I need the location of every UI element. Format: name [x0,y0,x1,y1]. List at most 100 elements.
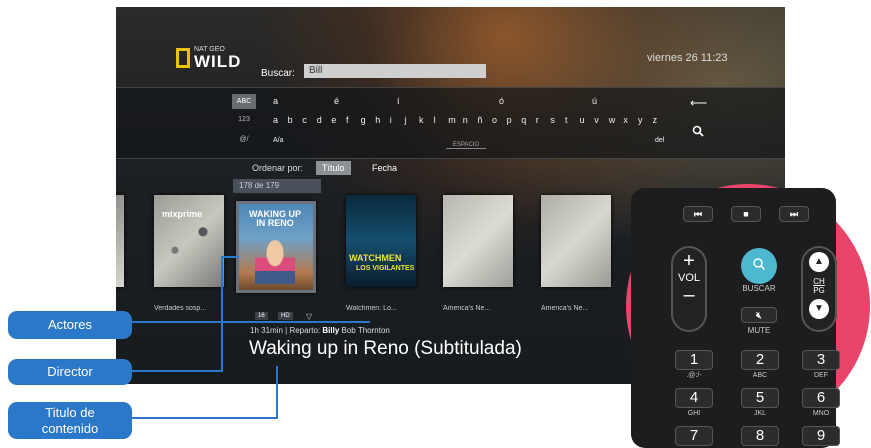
kb-key[interactable]: f [346,115,349,125]
key-3[interactable]: 3 [802,350,840,370]
key-6-sub: MNO [812,410,830,417]
kb-space-key[interactable]: ESPACIO [446,142,486,149]
kb-key[interactable]: w [609,115,616,125]
kb-key[interactable]: h [375,115,380,125]
channel-down-icon[interactable]: ▼ [809,299,829,319]
rewind-button[interactable]: ⏮ [683,206,713,222]
key-8[interactable]: 8 [741,426,779,446]
kb-key[interactable]: b [288,115,293,125]
kb-mode-symbols[interactable]: @/ [232,132,256,147]
mute-label: MUTE [747,326,771,335]
key-1-sub: .@:/- [686,372,702,379]
kb-key[interactable]: v [594,115,599,125]
page-label: PG [813,286,825,295]
key-7[interactable]: 7 [675,426,713,446]
kb-key[interactable]: c [302,115,307,125]
kb-mode-123[interactable]: 123 [232,112,256,127]
actors-callout: Actores [8,311,132,339]
poster[interactable] [443,195,513,287]
channel-rocker[interactable]: ▲ CH PG ▼ [801,246,837,332]
poster[interactable] [116,195,124,287]
cast-rest: Bob Thornton [341,326,390,335]
kb-key[interactable]: e [331,115,336,125]
sort-option-date[interactable]: Fecha [366,161,403,175]
natgeo-frame-icon [176,48,190,68]
filter-icon: ▽ [306,312,313,321]
volume-down-icon[interactable]: – [671,284,707,306]
kb-key[interactable]: r [536,115,539,125]
actors-callout-line [130,321,370,323]
kb-key[interactable]: m [448,115,456,125]
kb-key[interactable]: u [580,115,585,125]
poster-text: WAKING UP IN RENO [248,209,301,228]
search-button[interactable] [741,248,777,284]
search-input[interactable]: Bill [304,64,486,78]
poster-artwork [255,240,295,284]
kb-key[interactable]: y [638,115,643,125]
poster[interactable]: WATCHMEN LOS VIGILANTES [346,195,416,287]
kb-mode-abc[interactable]: ABC [232,94,256,109]
key-1[interactable]: 1 [675,350,713,370]
kb-key[interactable]: g [361,115,366,125]
kb-key[interactable]: o [492,115,497,125]
kb-key[interactable]: z [653,115,658,125]
kb-key[interactable]: t [565,115,568,125]
kb-key[interactable]: j [404,115,406,125]
poster[interactable] [541,195,611,287]
sort-label: Ordenar por: [252,163,304,173]
kb-key[interactable]: a [273,96,278,106]
volume-rocker[interactable]: + VOL – [671,246,707,332]
kb-key[interactable]: a [273,115,278,125]
key-4[interactable]: 4 [675,388,713,408]
title-callout-vline [276,366,278,418]
on-screen-keyboard: ABC 123 @/ a é í ó ú ⟵ abcdef ghi j kl mnñop… [116,87,785,159]
poster-text: WATCHMEN [349,253,402,263]
content-title: Waking up in Reno (Subtitulada) [249,338,522,359]
sort-option-title[interactable]: Título [316,161,351,175]
channel-up-icon[interactable]: ▲ [809,252,829,272]
poster-text: mixprime [162,209,203,219]
hd-badge: HD [278,312,293,320]
kb-delete-key[interactable]: del [655,137,664,144]
kb-key[interactable]: l [434,115,436,125]
kb-key[interactable]: x [623,115,628,125]
poster-title: America's Ne... [443,305,491,312]
kb-key[interactable]: q [521,115,526,125]
key-5-sub: JKL [753,410,767,417]
kb-key[interactable]: ñ [477,115,482,125]
kb-key[interactable]: s [550,115,555,125]
kb-key[interactable]: í [397,96,400,106]
key-5[interactable]: 5 [741,388,779,408]
search-icon [753,258,766,271]
kb-shift-key[interactable]: A/a [273,137,284,144]
title-callout-line2: contenido [41,420,99,436]
duration: 1h 31min [250,326,283,335]
magnifier-icon[interactable] [692,124,704,142]
backspace-arrow-icon[interactable]: ⟵ [690,96,707,110]
poster[interactable]: mixprime [154,195,224,287]
mute-button[interactable]: 🔇︎ [741,307,777,323]
key-6[interactable]: 6 [802,388,840,408]
key-9[interactable]: 9 [802,426,840,446]
poster-subtext: LOS VIGILANTES [356,265,415,272]
director-callout-hline [130,370,223,372]
search-label: Buscar: [261,68,295,79]
forward-button[interactable]: ⏭ [779,206,809,222]
kb-key[interactable]: ú [592,96,597,106]
director-callout-vline [221,256,223,371]
volume-up-icon[interactable]: + [671,250,707,272]
stop-button[interactable]: ■ [731,206,761,222]
key-2[interactable]: 2 [741,350,779,370]
poster-title: America's Ne... [541,305,589,312]
kb-key[interactable]: k [419,115,424,125]
kb-key[interactable]: p [507,115,512,125]
kb-key[interactable]: ó [499,96,504,106]
kb-key[interactable]: é [334,96,339,106]
poster-selected[interactable]: WAKING UP IN RENO [236,201,316,293]
title-callout-line1: Titulo de [45,404,95,420]
kb-key[interactable]: n [463,115,468,125]
remote-control: ⏮ ■ ⏭ + VOL – BUSCAR 🔇︎ MUTE ▲ CH PG ▼ 1… [631,188,840,448]
kb-key[interactable]: i [390,115,392,125]
title-callout-hline [130,417,278,419]
kb-key[interactable]: d [317,115,322,125]
